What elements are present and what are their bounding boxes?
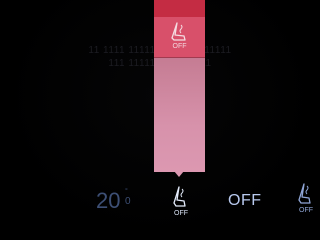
popup-pointer [174,171,184,177]
temperature-value: 20 [96,188,121,213]
seat-heat-level-popup: OFF [154,0,205,172]
seat-heat-level-2[interactable]: OFF [154,17,205,57]
seat-heat-level-3[interactable] [154,0,205,17]
fan-state[interactable]: OFF [228,192,262,210]
heated-seat-icon [173,186,186,207]
degree-symbol: ° [125,188,128,195]
driver-seat-heat-button[interactable]: OFF [169,186,193,220]
climate-screen: 11 1111 111111 11 11 1111111 111 11111 1… [0,0,320,240]
seat-heat-level-label: OFF [172,43,187,50]
passenger-seat-heat-label: OFF [299,207,313,214]
temperature-decimal: 0 [125,196,131,207]
driver-seat-heat-label: OFF [174,210,188,217]
temperature-display[interactable]: 20 ° 0 [96,188,131,214]
heated-seat-icon [298,183,311,204]
seat-heat-level-0[interactable] [154,58,205,172]
heated-seat-icon [171,22,186,41]
passenger-seat-heat-button[interactable]: OFF [294,183,318,217]
